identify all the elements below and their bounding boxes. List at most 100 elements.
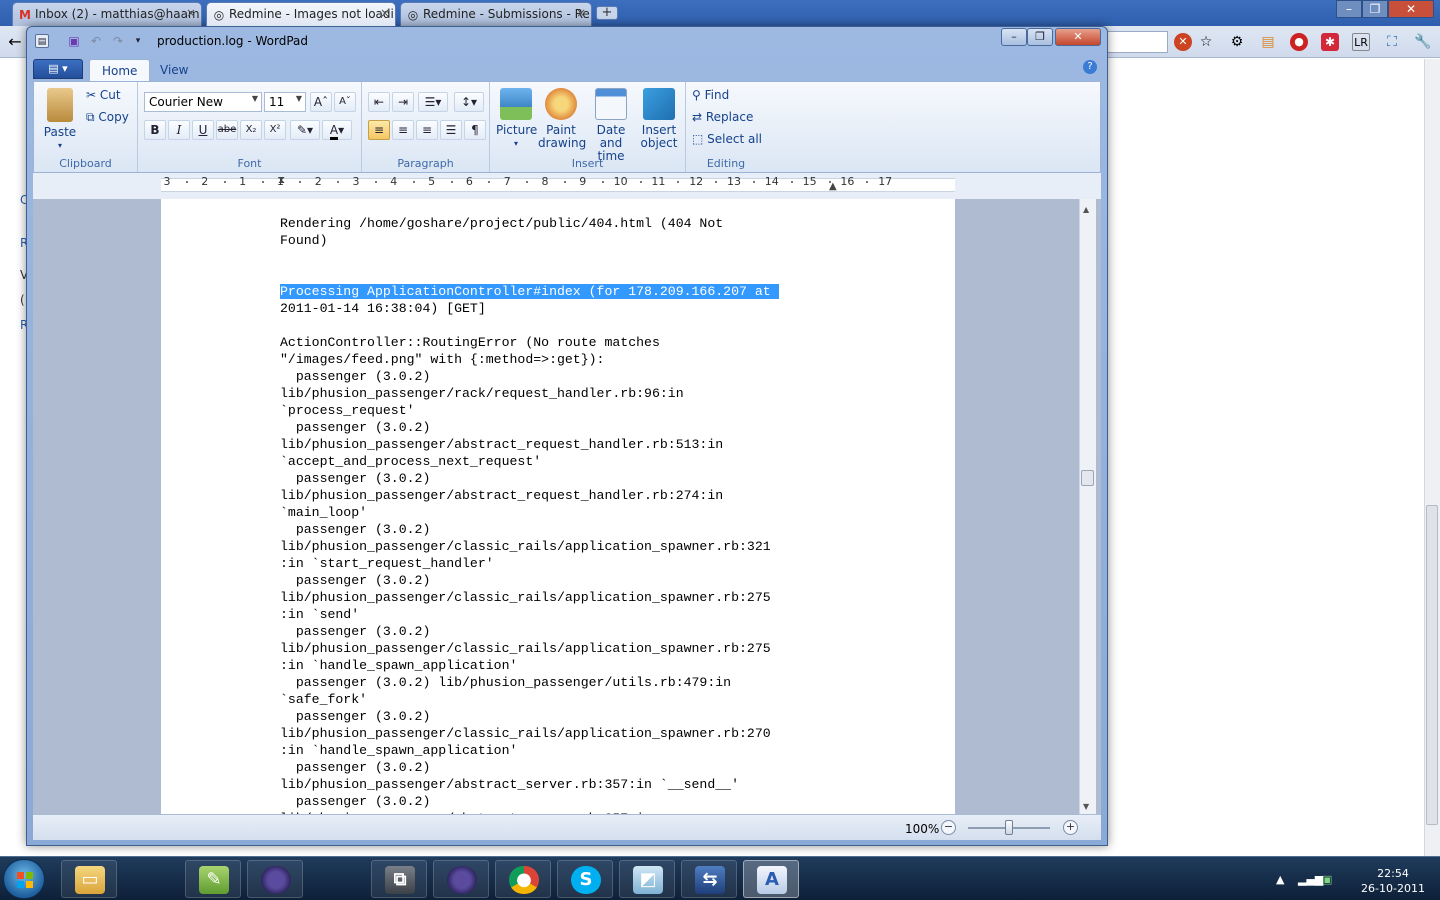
scroll-up-icon[interactable]: ▲ [1083,205,1089,214]
maximize-button[interactable]: ❐ [1027,28,1053,46]
date-time-button[interactable]: Date and time [586,88,636,163]
signal-icon[interactable]: ▂▄▆ [1298,873,1323,886]
back-icon[interactable]: ← [6,33,24,51]
document-scrollbar-thumb[interactable] [1081,470,1094,486]
document-scrollbar[interactable] [1079,199,1096,814]
decrease-indent-button[interactable]: ⇤ [368,92,390,112]
font-family-select[interactable]: Courier New ▼ [144,92,262,112]
browser-tab-redmine-images[interactable]: ◎ Redmine - Images not loadi × [206,2,396,26]
taskbar-app-button[interactable] [247,860,303,898]
taskbar-app-button[interactable]: ● [495,860,551,898]
new-tab-button[interactable]: + [596,6,618,20]
ruler[interactable]: 3 2 1 1 2 3 4 5 6 7 8 9 10 11 12 13 14 15 16 17 ⧗ ▲ [33,173,1101,199]
paste-button[interactable]: Paste ▾ [40,88,80,152]
tab-home[interactable]: Home [89,59,151,81]
browser-tab-inbox[interactable]: M Inbox (2) - matthias@haam × [12,2,202,26]
increase-indent-button[interactable]: ⇥ [392,92,414,112]
cut-button[interactable]: ✂ Cut [86,88,121,102]
undo-icon[interactable]: ↶ [89,34,103,48]
zoom-out-button[interactable]: − [941,820,956,835]
line-spacing-button[interactable]: ↕▾ [454,92,484,112]
taskbar-app-button[interactable]: A [743,860,799,898]
highlight-button[interactable]: ✎▾ [290,120,320,140]
gear-icon[interactable]: ⚙ [1228,33,1246,51]
shrink-font-button[interactable]: Aˇ [334,92,356,112]
zoom-level[interactable]: 100% [905,822,939,836]
browser-scrollbar-thumb[interactable] [1426,505,1438,825]
wordpad-titlebar[interactable]: ▤ ▣ ↶ ↷ ▾ production.log - WordPad – ❐ ✕ [27,27,1107,53]
left-indent-marker[interactable]: ⧗ [278,175,285,186]
minimize-button[interactable]: – [1001,28,1027,46]
wordpad-app-icon[interactable]: ▤ [35,34,49,48]
taskbar-app-button[interactable]: ⧉ [371,860,427,898]
browser-close-button[interactable]: ✕ [1388,0,1434,18]
browser-tab-strip: M Inbox (2) - matthias@haam × ◎ Redmine … [0,0,1440,26]
align-center-button[interactable]: ≡ [392,120,414,140]
browser-maximize-button[interactable]: ❐ [1362,0,1388,18]
close-tab-icon[interactable]: × [186,6,196,20]
paragraph-settings-button[interactable]: ¶ [464,120,486,140]
close-button[interactable]: ✕ [1055,28,1101,46]
zoom-in-button[interactable]: + [1063,820,1078,835]
app-menu-button[interactable]: ▤ ▾ [33,59,83,79]
justify-button[interactable]: ☰ [440,120,462,140]
stop-icon[interactable]: ✕ [1174,33,1192,51]
taskbar-app-button[interactable]: ▭ [61,860,117,898]
lastpass-icon[interactable]: ✱ [1321,33,1339,51]
bold-button[interactable]: B [144,120,166,140]
right-indent-marker[interactable]: ▲ [829,181,837,192]
insert-object-button[interactable]: Insert object [638,88,680,150]
taskbar-app-button[interactable]: ⇆ [681,860,737,898]
align-left-button[interactable]: ≡ [368,120,390,140]
font-size-select[interactable]: 11 ▼ [264,92,306,112]
close-tab-icon[interactable]: × [380,6,390,20]
taskbar-app-button[interactable]: ✎ [185,860,241,898]
browser-tab-redmine-submissions[interactable]: ◎ Redmine - Submissions - Re × [400,2,592,26]
italic-button[interactable]: I [168,120,190,140]
page-icon[interactable]: ▤ [1259,33,1277,51]
ruler-tick [450,181,453,183]
bullets-button[interactable]: ☰▾ [418,92,448,112]
network-icon[interactable]: ▣ [1322,873,1332,886]
replace-button[interactable]: ⇄ Replace [692,110,753,124]
picture-button[interactable]: Picture ▾ [496,88,537,150]
find-button[interactable]: ⚲ Find [692,88,729,102]
copy-button[interactable]: ⧉ Copy [86,110,129,125]
taskbar-app-button[interactable] [433,860,489,898]
customize-qat-icon[interactable]: ▾ [131,34,145,48]
close-tab-icon[interactable]: × [576,6,586,20]
scroll-down-icon[interactable]: ▼ [1083,802,1089,811]
ruler-tick [412,181,415,183]
underline-button[interactable]: U [192,120,214,140]
taskbar-app-button[interactable]: S [557,860,613,898]
tab-title: Redmine - Images not loadi [229,7,394,21]
paint-drawing-button[interactable]: Paint drawing [538,88,586,150]
browser-minimize-button[interactable]: – [1336,0,1362,18]
wrench-icon[interactable]: 🔧 [1414,33,1432,51]
superscript-button[interactable]: X² [264,120,286,140]
zoom-slider-thumb[interactable] [1005,820,1013,835]
tab-view[interactable]: View [148,59,200,81]
strikethrough-button[interactable]: abe [216,120,238,140]
start-button[interactable] [3,859,45,899]
align-right-button[interactable]: ≡ [416,120,438,140]
object-icon [643,88,675,120]
show-hidden-icons[interactable]: ▲ [1276,873,1284,886]
extension-icon[interactable]: LR [1352,33,1370,51]
help-icon[interactable]: ? [1083,60,1097,74]
adblock-icon[interactable]: ● [1290,33,1308,51]
grow-font-button[interactable]: Aˆ [310,92,332,112]
star-icon[interactable]: ☆ [1197,33,1215,51]
taskbar-app-button[interactable]: ◩ [619,860,675,898]
clock[interactable]: 22:54 26-10-2011 [1358,866,1428,896]
screenshot-icon[interactable]: ⛶ [1383,33,1401,51]
select-all-button[interactable]: ⬚ Select all [692,132,762,146]
document-page[interactable]: Rendering /home/goshare/project/public/4… [161,199,955,814]
document-text[interactable]: Rendering /home/goshare/project/public/4… [280,215,850,814]
redo-icon[interactable]: ↷ [111,34,125,48]
save-icon[interactable]: ▣ [67,34,81,48]
font-color-button[interactable]: A▾ [322,120,352,140]
subscript-button[interactable]: X₂ [240,120,262,140]
omnibox[interactable] [1108,31,1168,53]
line-spacing-icon: ↕▾ [460,95,478,109]
